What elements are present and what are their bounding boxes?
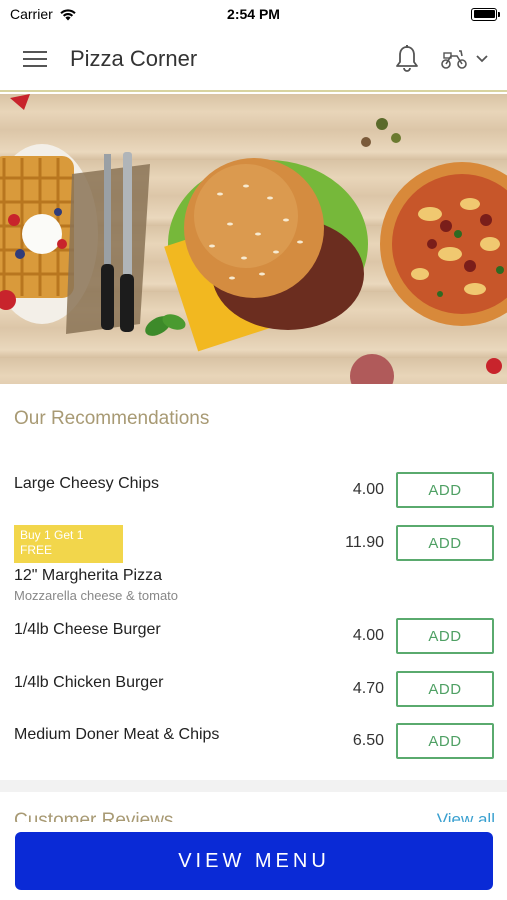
status-bar: Carrier 2:54 PM xyxy=(0,0,507,28)
add-to-cart-button[interactable]: ADD xyxy=(396,472,494,508)
recommendations-title: Our Recommendations xyxy=(14,408,210,429)
menu-item-price: 6.50 xyxy=(352,732,384,749)
hamburger-menu-icon xyxy=(23,51,47,67)
notifications-button[interactable] xyxy=(385,27,429,91)
add-to-cart-button[interactable]: ADD xyxy=(396,723,494,759)
page-title: Pizza Corner xyxy=(70,46,198,71)
menu-item-name: 1/4lb Cheese Burger xyxy=(14,621,161,638)
status-left: Carrier xyxy=(10,6,77,22)
battery-icon xyxy=(471,7,500,21)
add-to-cart-button[interactable]: ADD xyxy=(396,618,494,654)
add-to-cart-button[interactable]: ADD xyxy=(396,671,494,707)
bell-icon xyxy=(396,45,418,72)
add-to-cart-button[interactable]: ADD xyxy=(396,525,494,561)
section-divider xyxy=(0,780,507,792)
wifi-icon xyxy=(60,8,76,20)
food-banner-image xyxy=(0,94,507,384)
view-menu-button[interactable]: VIEW MENU xyxy=(15,832,493,890)
menu-item-price: 11.90 xyxy=(345,534,384,551)
menu-item-price: 4.00 xyxy=(352,627,384,644)
menu-item-price: 4.70 xyxy=(352,680,384,697)
menu-item-name: 1/4lb Chicken Burger xyxy=(14,674,164,691)
hero-banner xyxy=(0,94,507,384)
carrier-label: Carrier xyxy=(10,6,53,22)
nav-bar: Pizza Corner xyxy=(0,28,507,92)
menu-item-name: 12" Margherita Pizza xyxy=(14,567,162,584)
menu-item-name: Medium Doner Meat & Chips xyxy=(14,726,220,743)
menu-item-price: 4.00 xyxy=(352,481,384,498)
menu-item-description: Mozzarella cheese & tomato xyxy=(14,588,179,603)
menu-item-name: Large Cheesy Chips xyxy=(14,475,159,492)
delivery-mode-selector[interactable] xyxy=(429,27,499,91)
promo-badge: Buy 1 Get 1 FREE xyxy=(14,525,123,563)
chevron-down-icon xyxy=(476,55,488,63)
hamburger-menu-button[interactable] xyxy=(0,27,70,91)
scooter-icon xyxy=(441,50,467,69)
